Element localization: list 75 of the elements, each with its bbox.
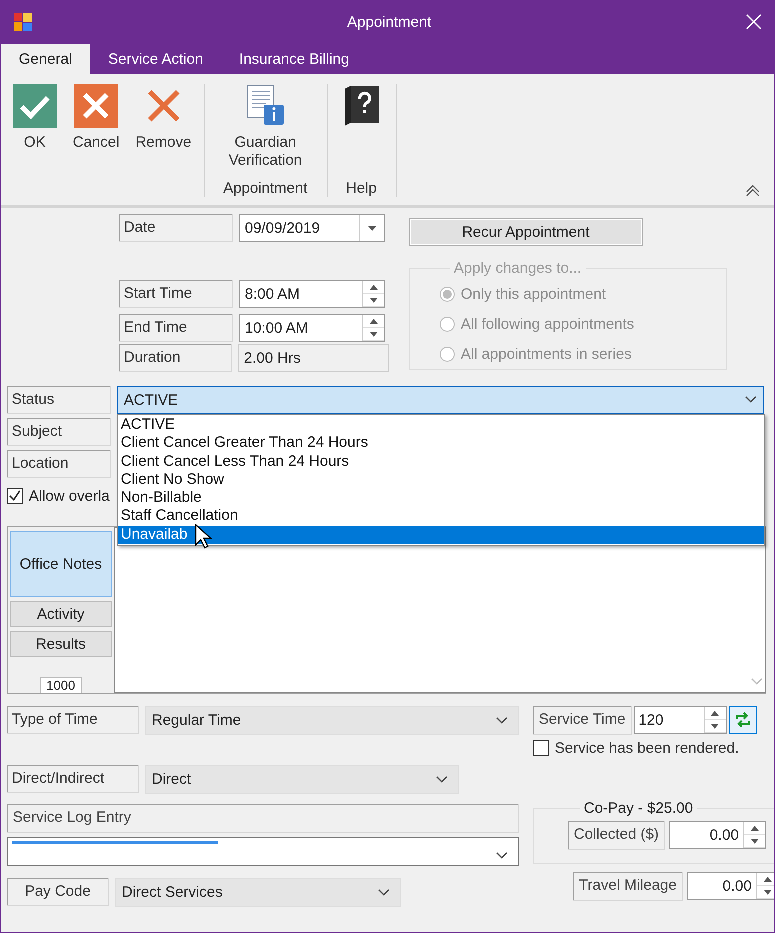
ok-button[interactable]: OK [7,84,63,197]
remove-button[interactable]: Remove [130,84,198,197]
field-label: Collected ($) [568,821,666,850]
verify-button[interactable]: Guardian Verification [210,84,321,178]
window-title: Appointment [347,14,432,30]
chevron-down-icon [378,888,390,896]
collected-field[interactable]: 0.00 [669,821,766,849]
field-label: End Time [119,314,233,342]
service-time-field[interactable]: 120 [634,706,727,734]
field-label: Service Log Entry [7,804,519,833]
spinner-arrows[interactable] [704,707,726,733]
notes-tab[interactable]: Office Notes [10,531,112,597]
field-label: Status [7,386,111,414]
checkbox[interactable] [533,740,549,756]
close-icon[interactable] [746,14,762,30]
dropdown-option[interactable]: Client Cancel Greater Than 24 Hours [118,434,764,453]
dropdown-option[interactable]: Client No Show [118,470,764,490]
notes-tab[interactable]: Activity [10,601,112,627]
field-label: Pay Code [7,878,109,906]
date-field[interactable]: 09/09/2019 [239,214,385,242]
spinner-arrows[interactable] [362,315,384,341]
chevron-down-icon [496,716,508,724]
ribbon-tab[interactable]: Insurance Billing [221,44,368,74]
notes-tab[interactable]: Results [10,631,112,657]
travel-mileage-field[interactable]: 0.00 [687,872,774,900]
recur-appointment-button[interactable]: Recur Appointment [409,218,643,246]
dropdown-option[interactable]: Unavailab [118,526,764,544]
chevron-down-icon [745,396,757,404]
group-legend: Apply changes to... [450,260,586,277]
spinner-arrows[interactable] [362,281,384,307]
field-label: Type of Time [7,706,139,734]
checkmark-icon [13,84,57,128]
duration-field: 2.00 Hrs [238,344,389,372]
field-label: Duration [119,344,232,372]
checkbox-label[interactable]: Service has been rendered. [555,740,740,756]
ribbon-tab[interactable]: Service Action [90,44,222,74]
group-label: Appointment [223,180,308,197]
document-info-icon [246,85,286,127]
type-of-time-dropdown[interactable]: Regular Time [145,706,519,735]
checkbox[interactable] [7,488,23,504]
field-label: Direct/Indirect [7,765,139,793]
checkbox-label[interactable]: Allow overla [29,488,110,504]
direct-indirect-dropdown[interactable]: Direct [145,765,459,794]
time-field[interactable]: 8:00 AM [239,280,385,308]
character-count: 1000 [40,677,82,693]
field-label: Subject [7,418,111,446]
dropdown-option[interactable]: Non-Billable [118,489,764,508]
spinner-arrows[interactable] [756,873,774,899]
chevron-down-icon [436,776,448,784]
refresh-button[interactable] [728,706,757,734]
service-log-dropdown[interactable] [7,837,519,866]
ribbon-tab[interactable]: General [1,44,90,74]
x-icon [146,89,181,123]
pay-code-dropdown[interactable]: Direct Services [115,878,401,907]
field-label: Date [119,214,233,242]
dropdown-option[interactable]: Client Cancel Less Than 24 Hours [118,452,764,471]
field-label: Service Time [533,706,632,735]
status-dropdown[interactable]: ACTIVE [117,386,764,414]
time-field[interactable]: 10:00 AM [239,314,385,342]
dropdown-arrow-icon[interactable] [368,226,376,230]
field-label: Travel Mileage [573,872,683,901]
spinner-arrows[interactable] [743,822,766,848]
cancel-button[interactable]: Cancel [67,84,126,197]
help-book-icon [342,85,381,127]
chevron-down-icon [496,852,508,860]
dropdown-option[interactable]: ACTIVE [118,416,764,434]
group-label: Help [346,180,377,197]
field-label: Location [7,450,111,478]
x-square-icon [74,84,118,128]
app-icon [13,12,33,32]
field-label: Start Time [119,280,233,308]
dropdown-option[interactable]: Staff Cancellation [118,507,764,526]
collapse-ribbon-icon[interactable] [746,185,760,197]
group-legend: Co-Pay - $25.00 [580,800,698,817]
refresh-icon [734,711,752,729]
